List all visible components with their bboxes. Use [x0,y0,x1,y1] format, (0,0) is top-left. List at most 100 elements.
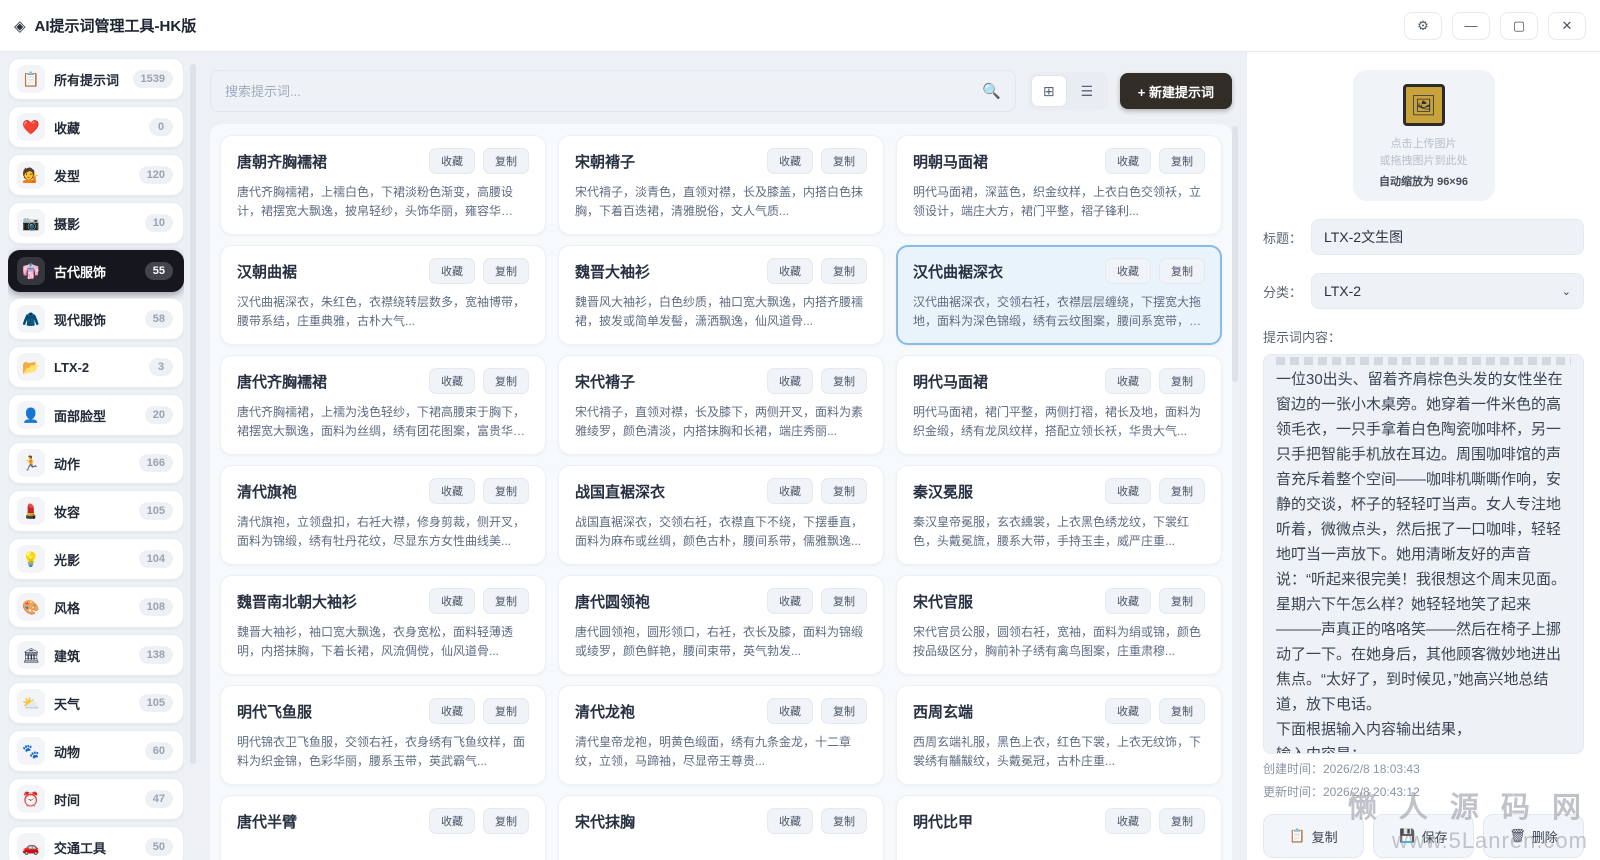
prompt-card[interactable]: 明代比甲 收藏 复制 [896,795,1222,860]
settings-button[interactable]: ⚙ [1404,11,1442,40]
favorite-button[interactable]: 收藏 [1105,808,1151,834]
maximize-button[interactable]: ▢ [1500,11,1538,40]
sidebar-item-ancient[interactable]: 👘 古代服饰 55 [8,250,184,292]
copy-button[interactable]: 复制 [1159,258,1205,284]
sidebar-item-action[interactable]: 🏃 动作 166 [8,442,184,484]
prompt-card[interactable]: 清代旗袍 收藏 复制 清代旗袍，立领盘扣，右衽大襟，修身剪裁，侧开叉，面料为锦缎… [220,465,546,565]
copy-button[interactable]: 复制 [821,588,867,614]
copy-button[interactable]: 复制 [483,258,529,284]
main-scrollbar[interactable] [1232,60,1238,856]
prompt-card[interactable]: 唐朝齐胸襦裙 收藏 复制 唐代齐胸襦裙，上襦白色，下裙淡粉色渐变，高腰设计，裙摆… [220,135,546,235]
prompt-card[interactable]: 唐代齐胸襦裙 收藏 复制 唐代齐胸襦裙，上襦为浅色轻纱，下裙高腰束于胸下，裙摆宽… [220,355,546,455]
image-upload-dropzone[interactable]: 🖼 点击上传图片 或拖拽图片到此处 自动缩放为 96×96 [1352,70,1495,201]
favorite-button[interactable]: 收藏 [767,808,813,834]
copy-button[interactable]: 复制 [821,368,867,394]
sidebar-item-photo[interactable]: 📷 摄影 10 [8,202,184,244]
prompt-card[interactable]: 宋朝褙子 收藏 复制 宋代褙子，淡青色，直领对襟，长及膝盖，内搭白色抹胸，下着百… [558,135,884,235]
sidebar-item-building[interactable]: 🏛 建筑 138 [8,634,184,676]
prompt-card[interactable]: 宋代官服 收藏 复制 宋代官员公服，圆领右衽，宽袖，面料为绢或锦，颜色按品级区分… [896,575,1222,675]
sidebar-item-favorites[interactable]: ❤️ 收藏 0 [8,106,184,148]
detail-save-button[interactable]: 💾 保存 [1373,814,1474,858]
copy-button[interactable]: 复制 [1159,478,1205,504]
favorite-button[interactable]: 收藏 [1105,148,1151,174]
detail-copy-button[interactable]: 📋 复制 [1263,814,1364,858]
search-icon[interactable]: 🔍 [982,82,1001,100]
favorite-button[interactable]: 收藏 [767,588,813,614]
prompt-card[interactable]: 宋代褙子 收藏 复制 宋代褙子，直领对襟，长及膝下，两侧开叉，面料为素雅绫罗，颜… [558,355,884,455]
copy-button[interactable]: 复制 [1159,588,1205,614]
prompt-card[interactable]: 明朝马面裙 收藏 复制 明代马面裙，深蓝色，织金纹样，上衣白色交领袄，立领设计，… [896,135,1222,235]
prompt-card[interactable]: 汉代曲裾深衣 收藏 复制 汉代曲裾深衣，交领右衽，衣襟层层缠绕，下摆宽大拖地，面… [896,245,1222,345]
sidebar-item-all[interactable]: 📋 所有提示词 1539 [8,58,184,100]
sidebar-item-face[interactable]: 👤 面部脸型 20 [8,394,184,436]
sidebar-item-makeup[interactable]: 💄 妆容 105 [8,490,184,532]
copy-button[interactable]: 复制 [483,368,529,394]
main-scrollbar-thumb[interactable] [1232,126,1238,382]
favorite-button[interactable]: 收藏 [1105,588,1151,614]
copy-button[interactable]: 复制 [821,478,867,504]
new-prompt-button[interactable]: + 新建提示词 [1119,73,1232,109]
favorite-button[interactable]: 收藏 [1105,698,1151,724]
prompt-card[interactable]: 宋代抹胸 收藏 复制 [558,795,884,860]
prompt-content-textarea[interactable]: 一位30出头、留着齐肩棕色头发的女性坐在窗边的一张小木桌旁。她穿着一件米色的高领… [1263,354,1584,754]
close-button[interactable]: ✕ [1548,11,1586,40]
favorite-button[interactable]: 收藏 [429,808,475,834]
favorite-button[interactable]: 收藏 [767,148,813,174]
title-field[interactable]: LTX-2文生图 [1311,219,1584,255]
sidebar-item-ltx2[interactable]: 📂 LTX-2 3 [8,346,184,388]
prompt-card[interactable]: 清代龙袍 收藏 复制 清代皇帝龙袍，明黄色缎面，绣有九条金龙，十二章纹，立领，马… [558,685,884,785]
copy-button[interactable]: 复制 [821,698,867,724]
favorite-button[interactable]: 收藏 [767,368,813,394]
favorite-button[interactable]: 收藏 [429,698,475,724]
copy-button[interactable]: 复制 [1159,698,1205,724]
prompt-card[interactable]: 魏晋南北朝大袖衫 收藏 复制 魏晋大袖衫，袖口宽大飘逸，衣身宽松，面料轻薄透明，… [220,575,546,675]
prompt-card[interactable]: 唐代半臂 收藏 复制 [220,795,546,860]
copy-button[interactable]: 复制 [1159,368,1205,394]
prompt-card[interactable]: 汉朝曲裾 收藏 复制 汉代曲裾深衣，朱红色，衣襟绕转层数多，宽袖博带，腰带系结，… [220,245,546,345]
favorite-button[interactable]: 收藏 [1105,478,1151,504]
prompt-card[interactable]: 秦汉冕服 收藏 复制 秦汉皇帝冕服，玄衣纁裳，上衣黑色绣龙纹，下裳红色，头戴冕旒… [896,465,1222,565]
sidebar-scrollbar-thumb[interactable] [190,64,196,764]
prompt-card[interactable]: 战国直裾深衣 收藏 复制 战国直裾深衣，交领右衽，衣襟直下不绕，下摆垂直，面料为… [558,465,884,565]
favorite-button[interactable]: 收藏 [767,478,813,504]
search-input[interactable] [225,83,983,99]
prompt-card[interactable]: 西周玄端 收藏 复制 西周玄端礼服，黑色上衣，红色下裳，上衣无纹饰，下裳绣有黼黻… [896,685,1222,785]
sidebar-item-time[interactable]: ⏰ 时间 47 [8,778,184,820]
favorite-button[interactable]: 收藏 [429,478,475,504]
prompt-card[interactable]: 魏晋大袖衫 收藏 复制 魏晋风大袖衫，白色纱质，袖口宽大飘逸，内搭齐腰襦裙，披发… [558,245,884,345]
favorite-button[interactable]: 收藏 [767,698,813,724]
sidebar-item-modern[interactable]: 🧥 现代服饰 58 [8,298,184,340]
copy-button[interactable]: 复制 [821,808,867,834]
favorite-button[interactable]: 收藏 [429,258,475,284]
prompt-card[interactable]: 明代马面裙 收藏 复制 明代马面裙，裙门平整，两侧打褶，裙长及地，面料为织金缎，… [896,355,1222,455]
favorite-button[interactable]: 收藏 [1105,368,1151,394]
copy-button[interactable]: 复制 [483,588,529,614]
sidebar-item-light[interactable]: 💡 光影 104 [8,538,184,580]
prompt-card[interactable]: 明代飞鱼服 收藏 复制 明代锦衣卫飞鱼服，交领右衽，衣身绣有飞鱼纹样，面料为织金… [220,685,546,785]
minimize-button[interactable]: — [1452,11,1490,40]
favorite-button[interactable]: 收藏 [767,258,813,284]
copy-button[interactable]: 复制 [1159,808,1205,834]
sidebar-item-weather[interactable]: ⛅ 天气 105 [8,682,184,724]
favorite-button[interactable]: 收藏 [429,368,475,394]
copy-button[interactable]: 复制 [1159,148,1205,174]
copy-button[interactable]: 复制 [483,148,529,174]
prompt-card[interactable]: 唐代圆领袍 收藏 复制 唐代圆领袍，圆形领口，右衽，衣长及膝，面料为锦缎或绫罗，… [558,575,884,675]
sidebar-item-vehicle[interactable]: 🚗 交通工具 50 [8,826,184,860]
sidebar-item-animal[interactable]: 🐾 动物 60 [8,730,184,772]
detail-delete-button[interactable]: 🗑 删除 [1483,814,1584,858]
sidebar-scrollbar[interactable] [190,58,196,856]
sidebar-item-style[interactable]: 🎨 风格 108 [8,586,184,628]
sidebar-item-hair[interactable]: 💁 发型 120 [8,154,184,196]
copy-button[interactable]: 复制 [821,258,867,284]
grid-view-button[interactable]: ⊞ [1030,75,1067,107]
favorite-button[interactable]: 收藏 [429,588,475,614]
category-select[interactable]: LTX-2 ⌄ [1311,273,1584,309]
favorite-button[interactable]: 收藏 [429,148,475,174]
list-view-button[interactable]: ☰ [1069,75,1105,107]
favorite-button[interactable]: 收藏 [1105,258,1151,284]
copy-button[interactable]: 复制 [483,478,529,504]
copy-button[interactable]: 复制 [483,698,529,724]
copy-button[interactable]: 复制 [821,148,867,174]
copy-button[interactable]: 复制 [483,808,529,834]
